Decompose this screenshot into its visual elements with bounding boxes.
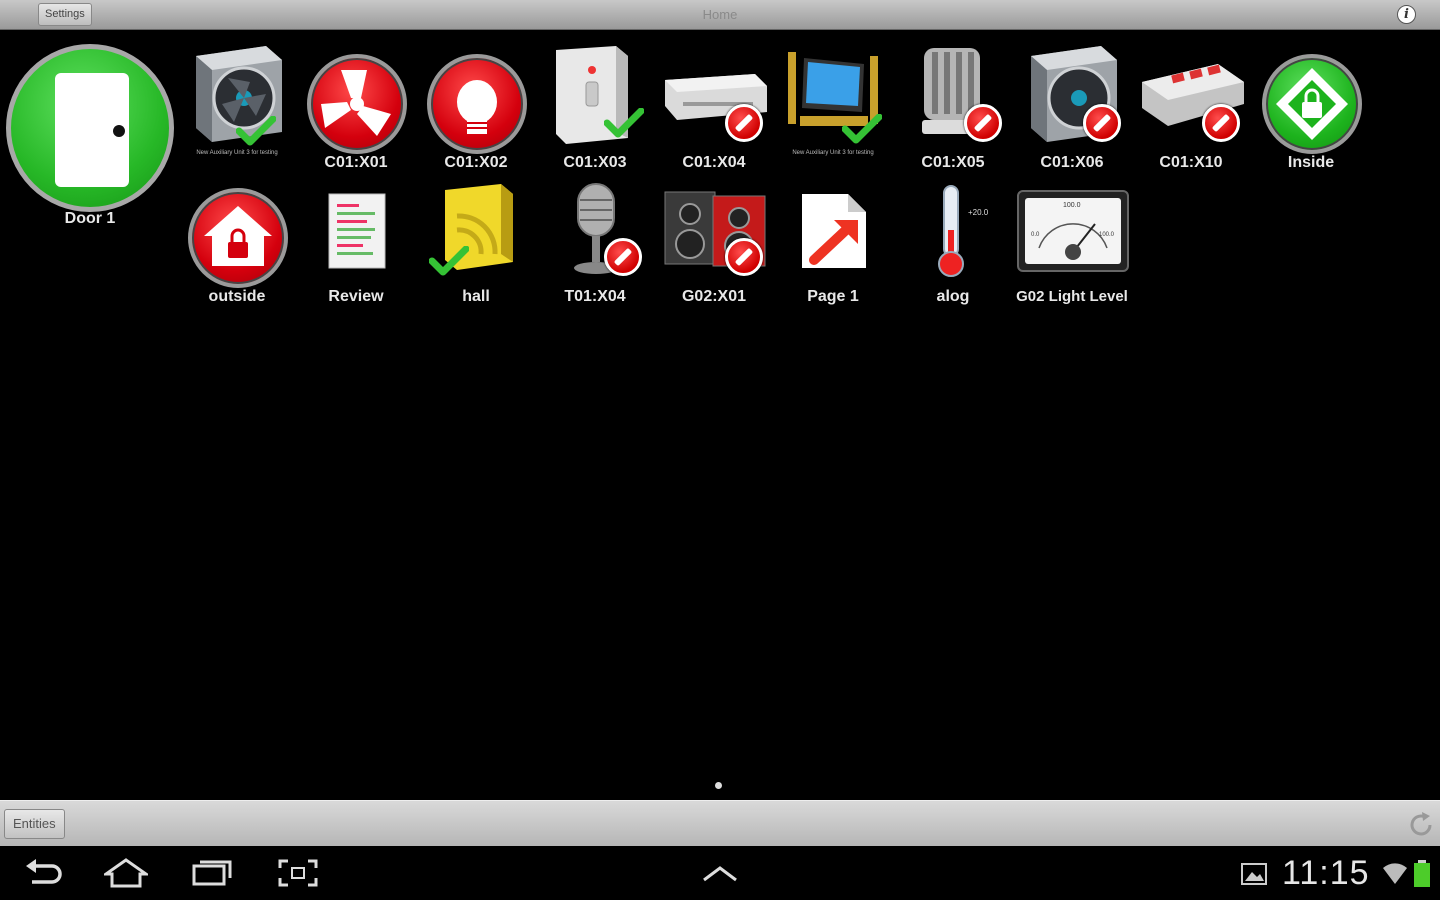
tile-auxiliary-unit[interactable]: New Auxiliary Unit 3 for testing [178, 42, 296, 172]
status-disabled-icon [725, 238, 763, 276]
status-disabled-icon [604, 238, 642, 276]
tile-label: C01:X05 [921, 154, 985, 171]
gauge-icon: 100.0 0.0 100.0 [1017, 190, 1129, 272]
tile-g02-x01[interactable]: G02:X01 [655, 176, 773, 306]
microphone-icon [574, 183, 618, 274]
system-nav-bar: 11:15 [0, 846, 1440, 900]
recent-apps-icon[interactable] [190, 858, 234, 888]
tile-door-1[interactable]: Door 1 [4, 42, 176, 242]
gauge-min: 0.0 [1031, 232, 1040, 238]
status-ok-icon [429, 246, 469, 276]
tile-label: alog [936, 288, 970, 305]
tile-review[interactable]: Review [297, 176, 415, 306]
tile-label: C01:X10 [1159, 154, 1223, 171]
thermometer-icon [938, 185, 964, 277]
entity-grid: Door 1 New Auxiliary Unit 3 for testing … [0, 30, 1440, 800]
tile-c01-x02[interactable]: C01:X02 [417, 42, 535, 172]
thermometer-value: +20.0 [968, 208, 989, 217]
tile-label: G02:X01 [681, 288, 747, 305]
tile-c01-x01[interactable]: C01:X01 [297, 42, 415, 172]
tile-c01-x10[interactable]: C01:X10 [1132, 42, 1250, 172]
page-title: Home [702, 7, 738, 22]
title-bar: Settings Home i [0, 0, 1440, 30]
tile-label: Inside [1287, 154, 1335, 171]
lock-inside-icon [1262, 54, 1362, 154]
tile-page-1[interactable]: Page 1 [774, 176, 892, 306]
bottom-toolbar: Entities [0, 800, 1440, 846]
status-clock: 11:15 [1282, 854, 1370, 892]
door-open-icon [6, 44, 174, 212]
status-disabled-icon [725, 104, 763, 142]
tile-hall[interactable]: hall [417, 176, 535, 306]
tile-sublabel: New Auxiliary Unit 3 for testing [792, 150, 874, 156]
status-ok-icon [236, 116, 276, 146]
tile-alog[interactable]: +20.0 alog [894, 176, 1012, 306]
wifi-icon [1383, 863, 1407, 884]
tile-label: hall [462, 288, 490, 305]
tile-label: Page 1 [807, 288, 859, 305]
tile-label: Door 1 [64, 210, 116, 227]
home-icon[interactable] [104, 858, 148, 888]
tile-c01-x06[interactable]: C01:X06 [1013, 42, 1131, 172]
status-ok-icon [604, 108, 644, 138]
status-ok-icon [842, 114, 882, 144]
log-document-icon [328, 193, 386, 269]
page-indicator [715, 782, 722, 789]
gallery-notification-icon [1241, 863, 1267, 885]
light-bulb-icon [427, 54, 527, 154]
tile-inside[interactable]: Inside [1252, 42, 1370, 172]
tile-home-theater[interactable]: New Auxiliary Unit 3 for testing [774, 42, 892, 172]
tile-label: G02 Light Level [1016, 288, 1128, 305]
page-link-icon [802, 194, 866, 268]
tile-label: C01:X03 [563, 154, 627, 171]
tile-sublabel: New Auxiliary Unit 3 for testing [196, 150, 278, 156]
tile-label: C01:X01 [324, 154, 388, 171]
status-disabled-icon [1202, 104, 1240, 142]
back-icon[interactable] [22, 858, 66, 888]
tile-label: C01:X04 [682, 154, 746, 171]
tile-label: C01:X06 [1040, 154, 1104, 171]
tile-label: T01:X04 [564, 288, 626, 305]
refresh-icon[interactable] [1406, 810, 1436, 840]
tile-label: C01:X02 [444, 154, 508, 171]
screenshot-icon[interactable] [276, 858, 320, 888]
tile-label: outside [208, 288, 266, 305]
tile-label: Review [328, 288, 384, 305]
tile-c01-x05[interactable]: C01:X05 [894, 42, 1012, 172]
house-lock-icon [188, 188, 288, 288]
tile-outside[interactable]: outside [178, 176, 296, 306]
tile-g02-light-level[interactable]: 100.0 0.0 100.0 G02 Light Level [1013, 176, 1131, 306]
tile-c01-x03[interactable]: C01:X03 [536, 42, 654, 172]
battery-icon [1414, 860, 1430, 887]
ceiling-fan-icon [307, 54, 407, 154]
status-disabled-icon [1083, 104, 1121, 142]
gauge-value: 100.0 [1063, 202, 1081, 209]
tile-c01-x04[interactable]: C01:X04 [655, 42, 773, 172]
tile-t01-x04[interactable]: T01:X04 [536, 176, 654, 306]
status-disabled-icon [964, 104, 1002, 142]
gauge-max: 100.0 [1099, 232, 1115, 238]
chevron-up-icon[interactable] [698, 858, 742, 888]
info-icon[interactable]: i [1397, 5, 1416, 24]
entities-button[interactable]: Entities [4, 809, 65, 839]
